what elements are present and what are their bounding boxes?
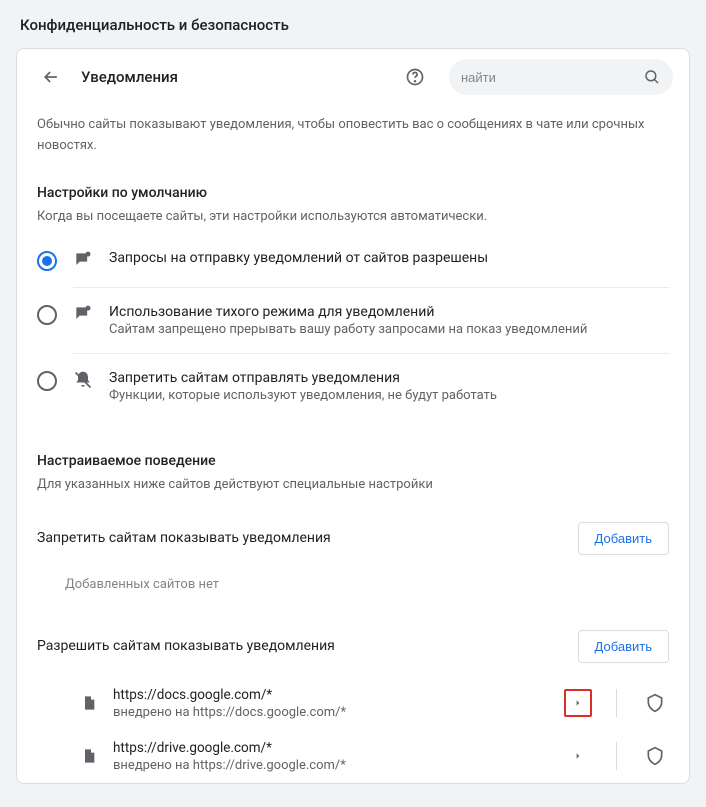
site-url: https://docs.google.com/* [113, 687, 550, 703]
radio-icon [37, 305, 57, 325]
add-block-button[interactable]: Добавить [578, 522, 669, 555]
radio-label: Запросы на отправку уведомлений от сайто… [109, 250, 669, 266]
defaults-sub: Когда вы посещаете сайты, эти настройки … [37, 209, 669, 240]
block-section-row: Запретить сайтам показывать уведомления … [37, 508, 669, 569]
card-title: Уведомления [81, 68, 385, 86]
chevron-right-icon [574, 697, 582, 709]
extension-icon[interactable] [641, 689, 669, 717]
allow-section-row: Разрешить сайтам показывать уведомления … [37, 616, 669, 677]
divider [73, 353, 669, 354]
document-icon [79, 693, 99, 713]
help-button[interactable] [397, 59, 433, 95]
divider [73, 287, 669, 288]
radio-allow-requests[interactable]: Запросы на отправку уведомлений от сайто… [37, 240, 669, 281]
settings-card: Уведомления Обычно сайты показывают увед… [16, 48, 690, 784]
site-detail-button[interactable] [564, 742, 592, 770]
chevron-right-icon [574, 750, 582, 762]
page-title: Конфиденциальность и безопасность [0, 0, 706, 48]
divider [616, 689, 617, 717]
radio-label: Использование тихого режима для уведомле… [109, 304, 669, 320]
document-icon [79, 746, 99, 766]
site-detail-button[interactable] [564, 689, 592, 717]
intro-text: Обычно сайты показывают уведомления, что… [37, 111, 669, 185]
radio-block-all[interactable]: Запретить сайтам отправлять уведомления … [37, 360, 669, 413]
custom-sub: Для указанных ниже сайтов действуют спец… [37, 477, 669, 508]
notification-on-icon [71, 250, 95, 270]
card-header: Уведомления [17, 49, 689, 105]
site-url: https://drive.google.com/* [113, 740, 550, 756]
search-icon [643, 68, 661, 86]
block-label: Запретить сайтам показывать уведомления [37, 530, 331, 546]
radio-quiet-mode[interactable]: Использование тихого режима для уведомле… [37, 294, 669, 347]
radio-icon [37, 251, 57, 271]
custom-heading: Настраиваемое поведение [37, 453, 669, 477]
radio-icon [37, 371, 57, 391]
notification-quiet-icon [71, 304, 95, 324]
site-row: https://drive.google.com/* внедрено на h… [37, 730, 669, 783]
site-row: https://docs.google.com/* внедрено на ht… [37, 677, 669, 730]
defaults-heading: Настройки по умолчанию [37, 185, 669, 209]
block-empty: Добавленных сайтов нет [37, 569, 669, 616]
search-box[interactable] [449, 59, 673, 95]
add-allow-button[interactable]: Добавить [578, 630, 669, 663]
back-button[interactable] [33, 59, 69, 95]
radio-label: Запретить сайтам отправлять уведомления [109, 370, 669, 386]
extension-icon[interactable] [641, 742, 669, 770]
allow-label: Разрешить сайтам показывать уведомления [37, 638, 335, 654]
radio-desc: Функции, которые используют уведомления,… [109, 388, 669, 403]
search-input[interactable] [461, 70, 637, 85]
site-sub: внедрено на https://docs.google.com/* [113, 705, 550, 720]
radio-desc: Сайтам запрещено прерывать вашу работу з… [109, 322, 669, 337]
site-sub: внедрено на https://drive.google.com/* [113, 758, 550, 773]
help-icon [405, 67, 425, 87]
arrow-left-icon [41, 67, 61, 87]
divider [616, 742, 617, 770]
bell-off-icon [71, 370, 95, 390]
